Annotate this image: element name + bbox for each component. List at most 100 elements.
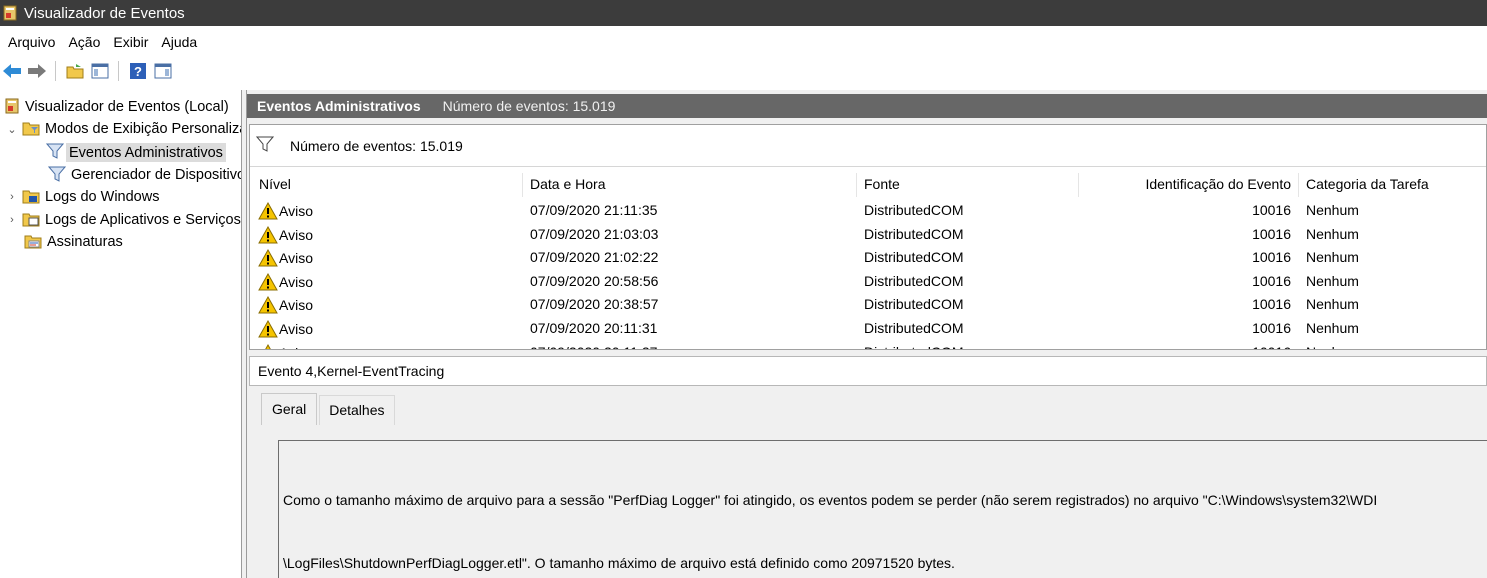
pane-title: Eventos Administrativos: [257, 98, 421, 114]
tree-item-event-viewer-local[interactable]: Visualizador de Eventos (Local): [4, 96, 229, 118]
chevron-right-icon[interactable]: ›: [6, 214, 18, 226]
grid-header: Nível Data e Hora Fonte Identificação do…: [250, 173, 1486, 197]
task-category-cell: Nenhum: [1306, 296, 1359, 313]
task-category-cell: Nenhum: [1306, 202, 1359, 218]
tree-item-label: Visualizador de Eventos (Local): [25, 99, 229, 115]
column-separator[interactable]: [856, 173, 857, 197]
event-id-cell: 10016: [1252, 249, 1291, 266]
table-row[interactable]: Aviso 07/09/2020 20:58:56 DistributedCOM 10…: [250, 270, 1486, 294]
column-header-task-category[interactable]: Categoria da Tarefa: [1306, 176, 1429, 192]
detail-tabs: Geral Detalhes: [261, 393, 397, 425]
filter-icon: [47, 166, 67, 185]
level-cell: Aviso: [258, 320, 313, 338]
column-header-source[interactable]: Fonte: [864, 176, 900, 192]
level-cell: Aviso: [258, 225, 313, 244]
event-id-cell: 10016: [1078, 344, 1291, 349]
datetime-cell: 07/09/2020 20:11:31: [530, 320, 658, 336]
column-separator[interactable]: [522, 173, 523, 197]
event-id-cell: 10016: [1252, 202, 1291, 218]
event-count: Número de eventos: 15.019: [442, 98, 616, 114]
level-text: Aviso: [279, 321, 313, 337]
main-pane: Eventos Administrativos Número de evento…: [247, 90, 1487, 578]
column-header-datetime[interactable]: Data e Hora: [530, 176, 605, 192]
datetime-cell: 07/09/2020 21:11:35: [530, 202, 658, 218]
tab-geral[interactable]: Geral: [261, 393, 318, 425]
tree-item-label: Logs do Windows: [45, 189, 160, 205]
level-text: Aviso: [279, 226, 313, 243]
column-header-event-id[interactable]: Identificação do Evento: [1078, 176, 1291, 192]
event-id-cell: 10016: [1252, 320, 1291, 336]
tree-item-label: Logs de Aplicativos e Serviços: [45, 212, 241, 228]
event-viewer-icon: [4, 98, 20, 117]
tree-item-assinaturas[interactable]: Assinaturas: [24, 231, 123, 253]
task-category-cell: Nenhum: [1306, 320, 1359, 336]
source-cell: DistributedCOM: [864, 296, 964, 313]
event-description-line: Como o tamanho máximo de arquivo para a …: [283, 492, 1378, 508]
warning-icon: [264, 343, 272, 349]
table-row[interactable]: Aviso 07/09/2020 20:11:27 DistributedCOM 10…: [250, 341, 1486, 349]
column-separator[interactable]: [1298, 173, 1299, 197]
column-header-level[interactable]: Nível: [259, 176, 291, 192]
level-text: Aviso: [279, 297, 313, 314]
source-cell: DistributedCOM: [864, 272, 964, 289]
table-row[interactable]: Aviso 07/09/2020 21:11:35 DistributedCOM 10…: [250, 199, 1486, 223]
event-id-cell: 10016: [1252, 296, 1291, 313]
chevron-down-icon[interactable]: ⌄: [6, 123, 18, 136]
tab-body: Como o tamanho máximo de arquivo para a …: [264, 425, 1487, 578]
filter-icon: [45, 143, 65, 162]
help-icon[interactable]: ?: [127, 60, 149, 82]
filter-count-label: Número de eventos: 15.019: [290, 137, 463, 154]
forward-arrow-icon[interactable]: [26, 60, 48, 82]
back-arrow-icon[interactable]: [1, 60, 23, 82]
source-cell: DistributedCOM: [864, 202, 964, 218]
event-description-line: \LogFiles\ShutdownPerfDiagLogger.etl". O…: [283, 555, 955, 571]
chevron-right-icon[interactable]: ›: [6, 191, 18, 203]
datetime-cell: 07/09/2020 20:38:57: [530, 296, 659, 313]
console-tree-icon[interactable]: [89, 60, 111, 82]
datetime-cell: 07/09/2020 20:11:27: [530, 344, 657, 349]
custom-views-folder-icon: [22, 120, 40, 139]
table-row[interactable]: Aviso 07/09/2020 20:38:57 DistributedCOM 10…: [250, 293, 1486, 317]
task-category-cell: Nenhum: [1306, 225, 1359, 242]
menu-ajuda[interactable]: Ajuda: [161, 32, 197, 52]
tree-item-logs-aplicativos[interactable]: › Logs de Aplicativos e Serviços: [6, 209, 241, 231]
svg-text:?: ?: [134, 64, 142, 79]
source-cell: DistributedCOM: [864, 320, 964, 336]
title-bar: Visualizador de Eventos: [0, 0, 1487, 26]
tree-item-label: Gerenciador de Dispositivos: [71, 167, 241, 183]
tree-item-logs-windows[interactable]: › Logs do Windows: [6, 186, 159, 208]
tree-item-label: Eventos Administrativos: [69, 144, 223, 161]
tab-detalhes[interactable]: Detalhes: [319, 395, 395, 425]
toolbar-separator: [118, 61, 119, 81]
table-row[interactable]: Aviso 07/09/2020 21:02:22 DistributedCOM 10…: [250, 246, 1486, 270]
warning-icon: [258, 202, 278, 220]
navigation-tree: Visualizador de Eventos (Local) ⌄ Modos …: [0, 94, 241, 578]
pane-header: Eventos Administrativos Número de evento…: [247, 94, 1487, 118]
filter-icon: [255, 136, 275, 155]
warning-icon: [258, 272, 278, 291]
filter-bar: Número de eventos: 15.019: [250, 125, 1486, 167]
datetime-cell: 07/09/2020 21:02:22: [530, 249, 659, 266]
menu-bar: Arquivo Ação Exibir Ajuda: [0, 30, 1487, 54]
warning-icon: [258, 296, 278, 314]
warning-icon: [258, 249, 278, 267]
action-pane-icon[interactable]: [152, 60, 174, 82]
tree-item-label: Assinaturas: [47, 234, 123, 250]
source-cell: DistributedCOM: [864, 249, 964, 266]
tree-item-custom-views[interactable]: ⌄ Modos de Exibição Personalizados: [6, 118, 241, 140]
tree-item-gerenciador-dispositivos[interactable]: Gerenciador de Dispositivos: [47, 164, 241, 186]
event-description[interactable]: Como o tamanho máximo de arquivo para a …: [278, 440, 1487, 578]
menu-arquivo[interactable]: Arquivo: [8, 32, 55, 52]
menu-acao[interactable]: Ação: [68, 32, 100, 52]
windows-logs-icon: [22, 188, 40, 207]
subscriptions-icon: [24, 233, 42, 252]
menu-exibir[interactable]: Exibir: [113, 32, 148, 52]
window-title: Visualizador de Eventos: [24, 4, 185, 22]
open-folder-icon[interactable]: [64, 60, 86, 82]
event-detail-title: Evento 4,Kernel-EventTracing: [249, 356, 1487, 386]
table-row[interactable]: Aviso 07/09/2020 20:11:31 DistributedCOM 10…: [250, 317, 1486, 341]
event-list: Número de eventos: 15.019 Nível Data e H…: [249, 124, 1487, 350]
level-cell: Aviso: [258, 343, 313, 349]
table-row[interactable]: Aviso 07/09/2020 21:03:03 DistributedCOM 10…: [250, 223, 1486, 247]
tree-item-eventos-administrativos[interactable]: Eventos Administrativos: [45, 141, 226, 163]
